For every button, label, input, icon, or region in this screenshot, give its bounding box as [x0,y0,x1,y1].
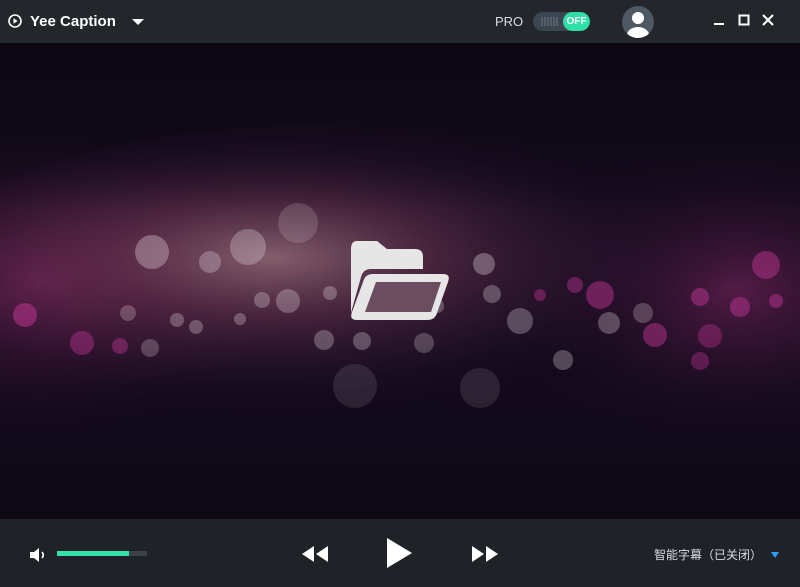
playback-controls: 智能字幕（已关闭） [0,519,800,587]
speaker-icon[interactable] [29,546,49,564]
fast-forward-icon[interactable] [471,545,499,563]
toggle-grip-icon [541,17,558,26]
video-area[interactable] [0,43,800,519]
volume-slider[interactable] [57,551,147,556]
user-avatar-icon[interactable] [622,6,654,38]
app-title: Yee Caption [30,13,116,30]
pro-toggle[interactable]: OFF [533,12,590,31]
play-circle-icon [8,14,22,28]
rewind-icon[interactable] [301,545,329,563]
title-bar: Yee Caption PRO OFF [0,0,800,43]
chevron-down-icon[interactable] [130,15,146,29]
folder-open-icon[interactable] [349,241,451,321]
pro-label: PRO [495,14,524,29]
close-icon[interactable] [761,13,775,27]
maximize-icon[interactable] [737,13,751,27]
pro-toggle-state: OFF [563,12,590,31]
subtitle-label: 智能字幕（已关闭） [654,548,763,562]
subtitle-select[interactable]: 智能字幕（已关闭） [654,546,780,564]
play-icon[interactable] [384,537,414,569]
volume-level [57,551,129,556]
caret-down-icon [771,551,780,558]
minimize-icon[interactable] [712,13,726,27]
